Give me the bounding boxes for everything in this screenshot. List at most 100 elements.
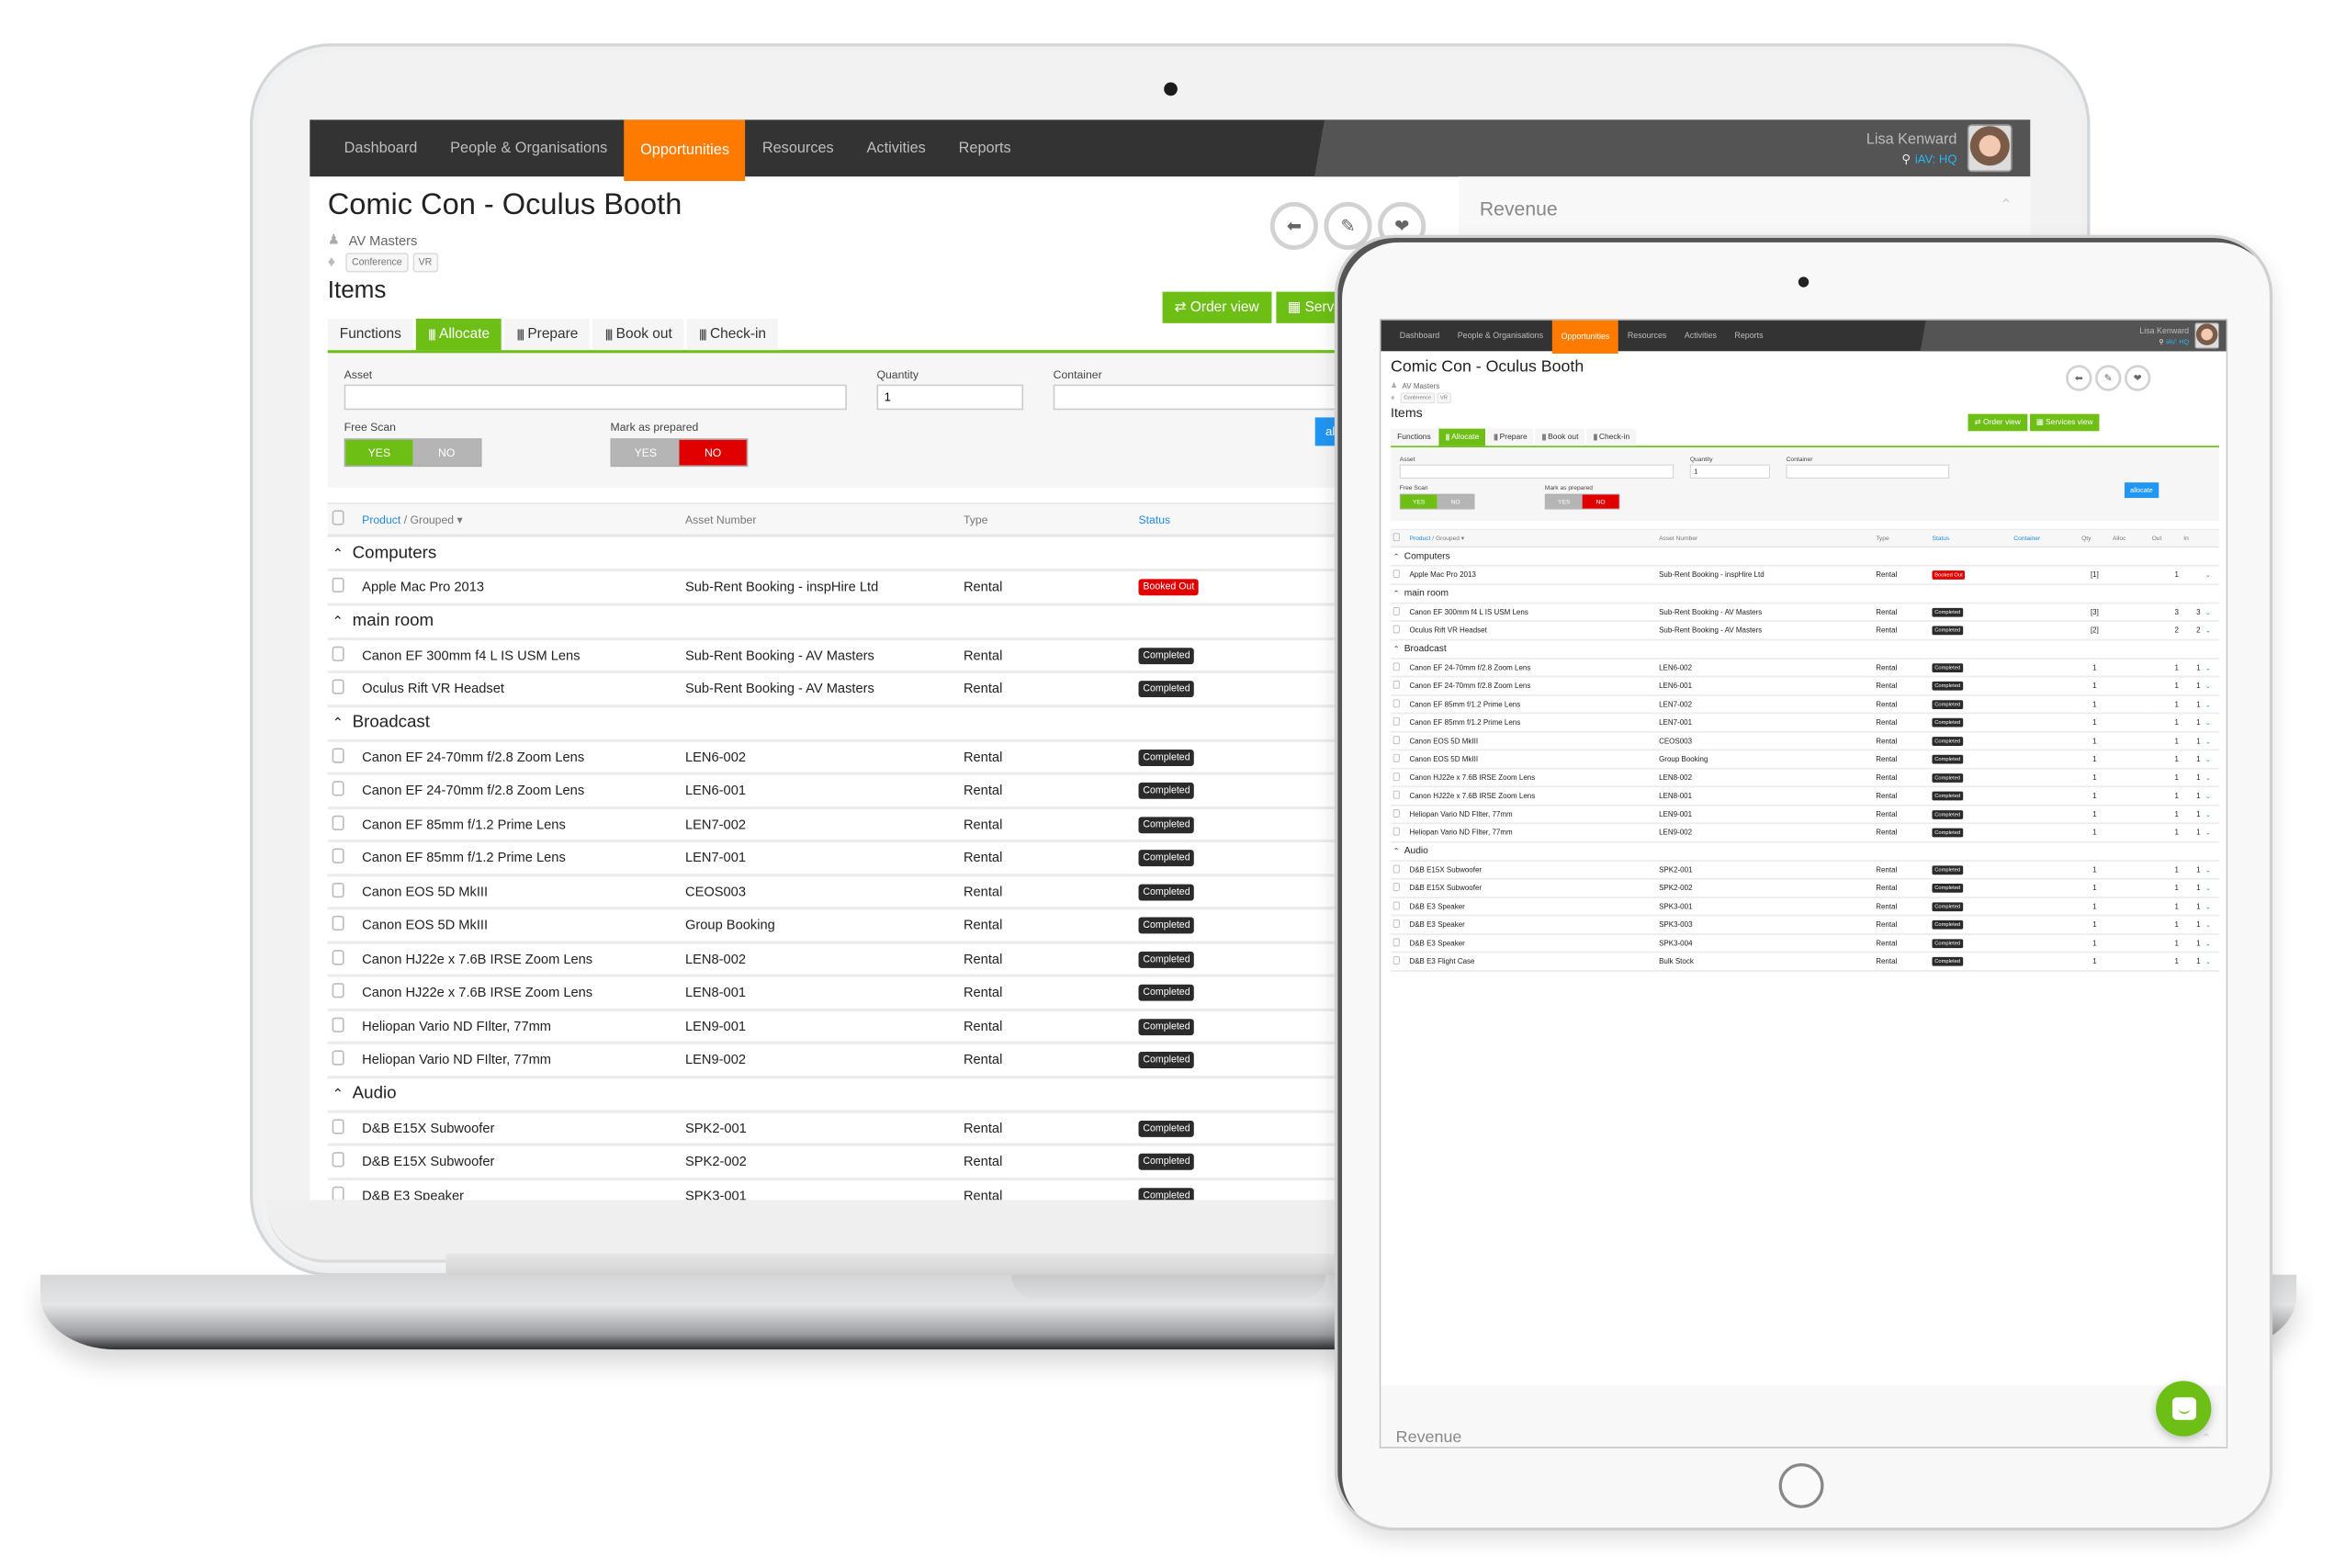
row-checkbox[interactable]	[332, 1050, 344, 1066]
table-row[interactable]: Canon HJ22e x 7.6B IRSE Zoom Lens LEN8-00…	[1391, 768, 2219, 788]
order-view-button[interactable]: ⇄ Order view	[1162, 291, 1271, 323]
product-name[interactable]: Canon EF 300mm f4 L IS USM Lens	[357, 637, 682, 673]
container-input[interactable]	[1786, 464, 1950, 479]
back-button[interactable]: ⬅	[1269, 201, 1318, 251]
row-checkbox[interactable]	[332, 747, 344, 763]
back-button[interactable]: ⬅	[2066, 365, 2092, 391]
chevron-up-icon[interactable]: ⌃	[333, 614, 344, 628]
product-name[interactable]: Heliopan Vario ND FIlter, 77mm	[357, 1009, 682, 1044]
tag-chip[interactable]: VR	[1437, 392, 1451, 404]
tablet-revenue-panel[interactable]: Revenue ⌃	[1381, 1385, 2227, 1448]
nav-item-dashboard[interactable]: Dashboard	[328, 119, 434, 176]
table-row[interactable]: Canon EF 85mm f/1.2 Prime Lens LEN7-001 Re…	[1391, 713, 2219, 733]
tab-book-out[interactable]: |||| Book out	[592, 318, 684, 351]
row-checkbox[interactable]	[332, 949, 344, 965]
row-checkbox[interactable]	[1393, 827, 1400, 836]
order-view-button[interactable]: ⇄ Order view	[1968, 413, 2027, 432]
product-name[interactable]: D&B E15X Subwoofer	[1406, 860, 1657, 880]
chevron-down-icon[interactable]: ⌄	[2205, 682, 2211, 690]
chevron-down-icon[interactable]: ⌄	[2205, 756, 2211, 763]
table-row[interactable]: Canon EF 85mm f/1.2 Prime Lens LEN7-002 Re…	[1391, 694, 2219, 715]
tab-prepare[interactable]: |||| Prepare	[504, 318, 591, 351]
product-name[interactable]: D&B E15X Subwoofer	[357, 1145, 682, 1180]
user-location[interactable]: ⚲ iAV: HQ	[2139, 338, 2189, 345]
row-checkbox[interactable]	[1393, 699, 1400, 707]
product-name[interactable]: D&B E3 Flight Case	[1406, 952, 1657, 972]
select-all-checkbox[interactable]	[1393, 533, 1400, 542]
free-scan-yes[interactable]: YES	[1400, 494, 1438, 509]
nav-item-activities[interactable]: Activities	[1675, 321, 1726, 352]
group-row[interactable]: ⌃ main room	[1391, 583, 2219, 604]
tab-functions[interactable]: Functions	[327, 318, 413, 351]
product-name[interactable]: Canon EF 24-70mm f/2.8 Zoom Lens	[357, 739, 682, 775]
collapse-icon[interactable]: ⌃	[2201, 1432, 2211, 1446]
table-row[interactable]: Oculus Rift VR Headset Sub-Rent Booking -…	[1391, 621, 2219, 640]
column-type[interactable]: Type	[959, 502, 1134, 537]
free-scan-yes[interactable]: YES	[345, 439, 413, 466]
row-checkbox[interactable]	[1393, 717, 1400, 726]
tab-functions[interactable]: Functions	[1391, 428, 1438, 446]
row-checkbox[interactable]	[1393, 736, 1400, 744]
product-name[interactable]: Canon HJ22e x 7.6B IRSE Zoom Lens	[1406, 768, 1657, 788]
product-name[interactable]: Apple Mac Pro 2013	[1406, 565, 1657, 585]
column-product[interactable]: Product	[1409, 535, 1430, 542]
table-row[interactable]: D&B E3 Speaker SPK3-003 Rental Completed 1 1 1…	[1391, 915, 2219, 935]
table-row[interactable]: Canon EF 24-70mm f/2.8 Zoom Lens LEN6-001…	[1391, 676, 2219, 696]
product-name[interactable]: Heliopan Vario ND FIlter, 77mm	[357, 1043, 682, 1078]
edit-button[interactable]: ✎	[2095, 365, 2122, 391]
chevron-up-icon[interactable]: ⌃	[333, 716, 344, 730]
tab-allocate[interactable]: |||| Allocate	[1438, 428, 1486, 446]
mark-prepared-yes[interactable]: YES	[1545, 494, 1583, 509]
row-checkbox[interactable]	[1393, 938, 1400, 947]
user-menu[interactable]: Lisa Kenward ⚲ iAV: HQ	[1909, 320, 2227, 352]
row-checkbox[interactable]	[332, 646, 344, 661]
chevron-down-icon[interactable]: ⌄	[2205, 571, 2211, 579]
table-row[interactable]: Heliopan Vario ND FIlter, 77mm LEN9-002 Re…	[1391, 823, 2219, 843]
row-checkbox[interactable]	[332, 1186, 344, 1201]
column-alloc[interactable]: Alloc	[2110, 528, 2149, 548]
avatar[interactable]	[2194, 322, 2219, 349]
collapse-icon[interactable]: ⌃	[2000, 197, 2013, 214]
product-name[interactable]: Canon EOS 5D MkIII	[1406, 750, 1657, 770]
chevron-down-icon[interactable]: ⌄	[2205, 958, 2211, 965]
tag-chip[interactable]: Conference	[1400, 392, 1435, 404]
free-scan-no[interactable]: NO	[1437, 494, 1474, 509]
product-name[interactable]: Canon EF 24-70mm f/2.8 Zoom Lens	[357, 773, 682, 809]
tab-allocate[interactable]: |||| Allocate	[416, 318, 502, 351]
quantity-input[interactable]: 1	[1689, 464, 1770, 479]
nav-item-opportunities[interactable]: Opportunities	[1551, 320, 1619, 354]
nav-item-reports[interactable]: Reports	[1726, 321, 1773, 352]
table-row[interactable]: Heliopan Vario ND FIlter, 77mm LEN9-001 Re…	[1391, 805, 2219, 825]
nav-item-opportunities[interactable]: Opportunities	[624, 119, 746, 182]
chevron-down-icon[interactable]: ⌄	[2205, 811, 2211, 818]
row-checkbox[interactable]	[1393, 883, 1400, 892]
mark-prepared-toggle[interactable]: YES NO	[1544, 493, 1620, 510]
user-location[interactable]: ⚲ iAV: HQ	[1866, 152, 1956, 165]
row-checkbox[interactable]	[332, 1118, 344, 1134]
mark-prepared-toggle[interactable]: YES NO	[610, 438, 749, 468]
tab-prepare[interactable]: |||| Prepare	[1487, 428, 1534, 446]
quantity-input[interactable]: 1	[876, 384, 1024, 411]
product-name[interactable]: D&B E3 Speaker	[1406, 915, 1657, 935]
chevron-down-icon[interactable]: ⌄	[2205, 829, 2211, 837]
chevron-down-icon[interactable]: ⌄	[2205, 793, 2211, 800]
row-checkbox[interactable]	[332, 916, 344, 931]
client-name[interactable]: AV Masters	[1403, 382, 1440, 390]
chevron-down-icon[interactable]: ⌄	[2205, 885, 2211, 892]
product-name[interactable]: Canon EF 85mm f/1.2 Prime Lens	[357, 807, 682, 842]
row-checkbox[interactable]	[1393, 625, 1400, 634]
table-row[interactable]: D&B E3 Flight Case Bulk Stock Rental Comple…	[1391, 952, 2219, 972]
table-row[interactable]: Canon EF 300mm f4 L IS USM Lens Sub-Rent …	[1391, 603, 2219, 622]
column-grouped[interactable]: Grouped ▾	[411, 513, 463, 526]
table-row[interactable]: Apple Mac Pro 2013 Sub-Rent Booking - ins…	[1391, 565, 2219, 585]
row-checkbox[interactable]	[332, 848, 344, 864]
row-checkbox[interactable]	[1393, 901, 1400, 910]
avatar[interactable]	[1967, 124, 2013, 173]
table-row[interactable]: D&B E15X Subwoofer SPK2-001 Rental Complete…	[1391, 860, 2219, 880]
table-row[interactable]: Canon EF 24-70mm f/2.8 Zoom Lens LEN6-002…	[1391, 658, 2219, 678]
nav-item-reports[interactable]: Reports	[942, 119, 1028, 176]
group-row[interactable]: ⌃ Audio	[1391, 841, 2219, 862]
chevron-down-icon[interactable]: ⌄	[2205, 664, 2211, 671]
chevron-down-icon[interactable]: ⌄	[2205, 719, 2211, 727]
product-name[interactable]: Canon EOS 5D MkIII	[357, 908, 682, 943]
